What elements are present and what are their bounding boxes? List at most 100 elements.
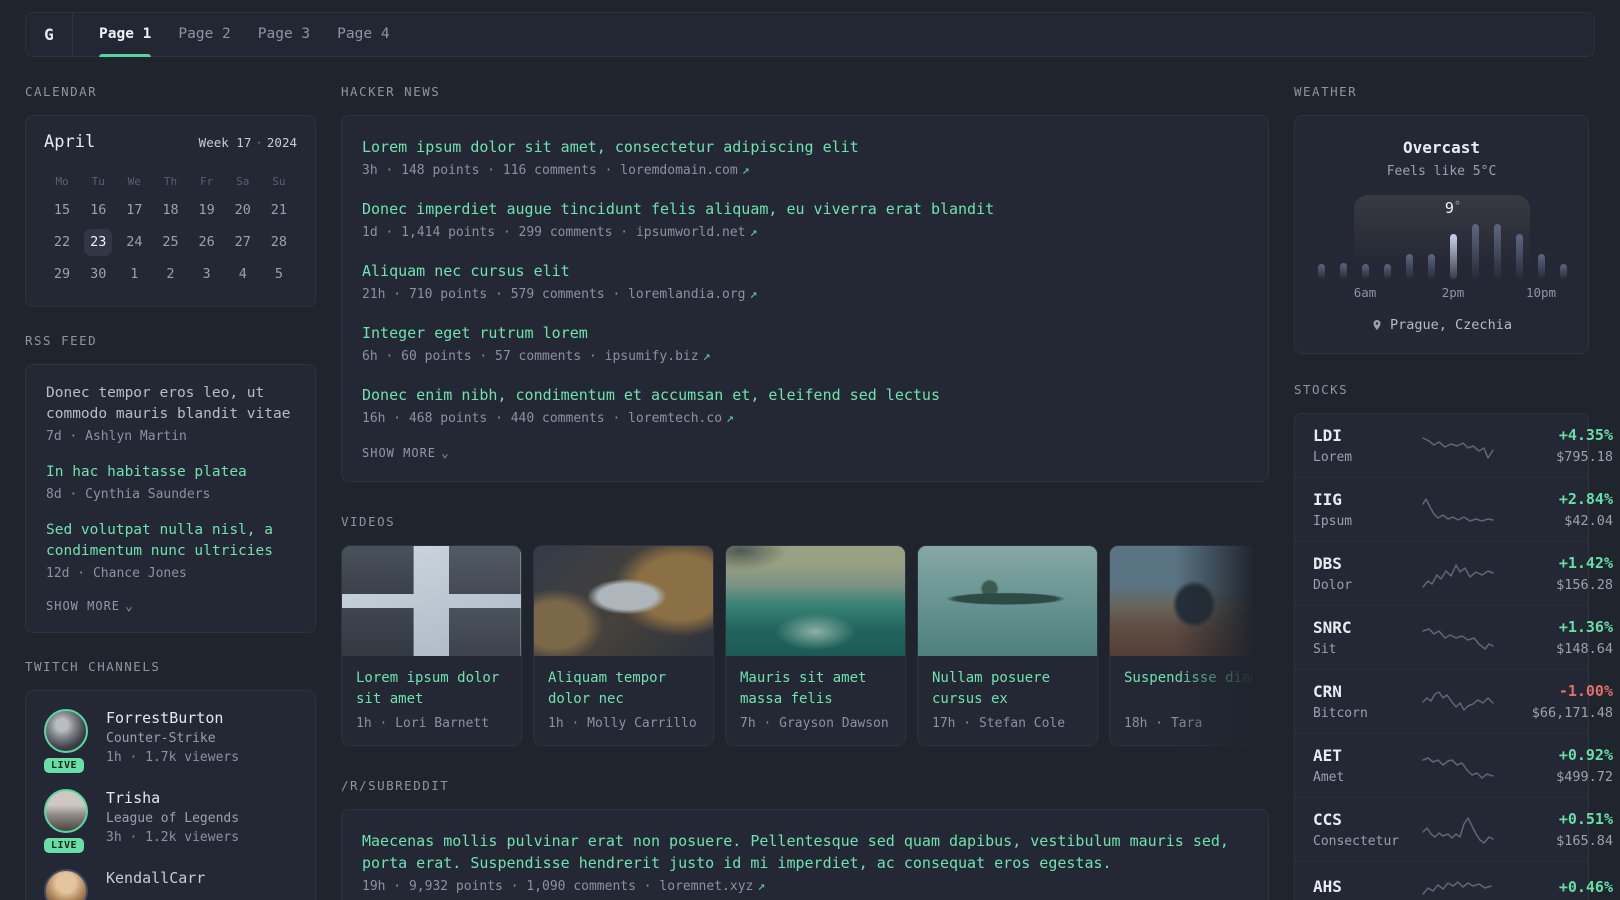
stock-row[interactable]: IIG Ipsum +2.84% $42.04: [1295, 477, 1613, 541]
video-title-link[interactable]: Lorem ipsum dolor sit amet consectetu…: [342, 656, 521, 710]
twitch-channel-row[interactable]: KendallCarr: [44, 869, 297, 900]
video-card[interactable]: Aliquam tempor dolor nec pharetra… 1h · …: [533, 545, 714, 746]
rss-section: RSS FEED Donec tempor eros leo, ut commo…: [25, 333, 316, 633]
stock-row[interactable]: CCS Consectetur +0.51% $165.84: [1295, 797, 1613, 861]
video-thumbnail: [342, 546, 521, 656]
calendar-date: 21: [270, 202, 288, 218]
main-content: CALENDAR April Week 17 · 2024 Mo Tu We Th …: [0, 57, 1620, 900]
stock-row[interactable]: SNRC Sit +1.36% $148.64: [1295, 605, 1613, 669]
calendar-date: 27: [234, 234, 251, 250]
calendar-date: 20: [234, 202, 251, 218]
hn-story-link[interactable]: Integer eget rutrum lorem: [362, 322, 1248, 344]
rss-item: In hac habitasse platea 8d · Cynthia Sau…: [46, 462, 295, 502]
hn-story-link[interactable]: Lorem ipsum dolor sit amet, consectetur …: [362, 136, 1248, 158]
weekday-label: Sa: [236, 175, 250, 188]
hn-story-meta: 21h · 710 points · 579 comments · loreml…: [362, 287, 758, 302]
rss-item-meta: 8d · Cynthia Saunders: [46, 487, 211, 502]
stock-row[interactable]: LDI Lorem +4.35% $795.18: [1295, 414, 1613, 477]
hn-story-link[interactable]: Donec imperdiet augue tincidunt felis al…: [362, 198, 1248, 220]
rss-widget: Donec tempor eros leo, ut commodo mauris…: [25, 364, 316, 633]
video-meta: 17h · Stefan Cole: [932, 716, 1066, 731]
stock-row[interactable]: DBS Dolor +1.42% $156.28: [1295, 541, 1613, 605]
stock-row[interactable]: AET Amet +0.92% $499.72: [1295, 733, 1613, 797]
video-card[interactable]: Suspendisse diam 18h · Tara: [1109, 545, 1269, 746]
hn-story: Donec enim nibh, condimentum et accumsan…: [362, 384, 1248, 426]
left-column: CALENDAR April Week 17 · 2024 Mo Tu We Th …: [25, 84, 316, 900]
stock-sparkline: [1421, 623, 1495, 653]
hn-story-link[interactable]: Aliquam nec cursus elit: [362, 260, 1248, 282]
stock-price: $156.28: [1556, 577, 1613, 593]
rss-show-more-button[interactable]: SHOW MORE ⌄: [46, 599, 295, 614]
twitch-channel-row[interactable]: LIVE Trisha League of Legends 3h · 1.2k …: [44, 789, 297, 853]
right-column: WEATHER Overcast Feels like 5°C 9° 6am 2p…: [1294, 84, 1613, 900]
middle-column: HACKER NEWS Lorem ipsum dolor sit amet, …: [341, 84, 1269, 900]
stock-name: Sit: [1313, 642, 1337, 657]
rss-item-link[interactable]: In hac habitasse platea: [46, 462, 295, 483]
rss-item-link[interactable]: Sed volutpat nulla nisl, a condimentum n…: [46, 520, 295, 562]
video-title-link[interactable]: Mauris sit amet massa felis: [726, 656, 905, 710]
hn-story-domain-link[interactable]: loremlandia.org: [628, 287, 745, 302]
stock-ticker: SNRC: [1313, 618, 1352, 637]
calendar-section-title: CALENDAR: [25, 84, 98, 99]
reddit-post-domain-link[interactable]: loremnet.xyz: [659, 879, 753, 894]
external-link-icon: ↗: [741, 163, 750, 178]
stock-price: $66,171.48: [1531, 705, 1613, 721]
tab-page-4[interactable]: Page 4: [337, 13, 389, 56]
calendar-date: 5: [274, 266, 283, 282]
stocks-section: STOCKS LDI Lorem +4.35% $795.18 IIG Ipsum +…: [1294, 382, 1613, 900]
channel-game: Counter-Strike: [106, 731, 216, 746]
video-thumbnail: [534, 546, 713, 656]
video-title-link[interactable]: Aliquam tempor dolor nec pharetra…: [534, 656, 713, 710]
reddit-post-link[interactable]: Maecenas mollis pulvinar erat non posuer…: [362, 830, 1248, 874]
video-meta: 1h · Lori Barnett: [356, 716, 490, 731]
stock-ticker: DBS: [1313, 554, 1342, 573]
weekday-label: Th: [163, 175, 178, 188]
stock-row[interactable]: CRN Bitcorn -1.00% $66,171.48: [1295, 669, 1613, 733]
stock-sparkline: [1421, 687, 1495, 717]
tab-page-3[interactable]: Page 3: [258, 13, 310, 56]
calendar-section: CALENDAR April Week 17 · 2024 Mo Tu We Th …: [25, 84, 316, 307]
external-link-icon: ↗: [749, 225, 758, 240]
hn-story-domain-link[interactable]: loremdomain.com: [620, 163, 737, 178]
subreddit-section-title: /R/SUBREDDIT: [341, 778, 450, 793]
video-card[interactable]: Mauris sit amet massa felis 7h · Grayson…: [725, 545, 906, 746]
tab-page-1[interactable]: Page 1: [99, 13, 152, 57]
hn-story-link[interactable]: Donec enim nibh, condimentum et accumsan…: [362, 384, 1248, 406]
rss-item-meta: 7d · Ashlyn Martin: [46, 429, 187, 444]
calendar-date-today: 23: [80, 229, 116, 260]
calendar-date: 29: [53, 266, 71, 282]
hn-show-more-button[interactable]: SHOW MORE ⌄: [362, 446, 1248, 461]
stock-ticker: AHS: [1313, 877, 1342, 896]
hn-story-domain-link[interactable]: loremtech.co: [628, 411, 722, 426]
channel-name: ForrestBurton: [106, 709, 224, 727]
hn-story-domain-link[interactable]: ipsumworld.net: [636, 225, 746, 240]
stock-ticker: CRN: [1313, 682, 1342, 701]
videos-section: VIDEOS Lorem ipsum dolor sit amet consec…: [341, 514, 1269, 746]
stock-sparkline: [1421, 431, 1495, 461]
stock-price: $165.84: [1556, 833, 1613, 849]
app-logo[interactable]: G: [26, 13, 73, 56]
video-card[interactable]: Nullam posuere cursus ex 17h · Stefan Co…: [917, 545, 1098, 746]
external-link-icon: ↗: [757, 879, 766, 894]
video-card[interactable]: Lorem ipsum dolor sit amet consectetu… 1…: [341, 545, 522, 746]
weather-location-text: Prague, Czechia: [1390, 317, 1512, 333]
calendar-date: 15: [53, 202, 71, 218]
weather-section-title: WEATHER: [1294, 84, 1358, 99]
stock-change: +2.84%: [1558, 490, 1613, 508]
video-title-link[interactable]: Suspendisse diam: [1110, 656, 1269, 710]
twitch-channel-row[interactable]: LIVE ForrestBurton Counter-Strike 1h · 1…: [44, 709, 297, 773]
weather-bars: [1310, 195, 1574, 279]
stock-row[interactable]: AHS +0.46%: [1295, 861, 1613, 900]
video-meta: 1h · Molly Carrillo: [548, 716, 697, 731]
reddit-post-meta: 19h · 9,932 points · 1,090 comments · lo…: [362, 879, 766, 894]
chevron-down-icon: ⌄: [441, 446, 450, 461]
tab-page-2[interactable]: Page 2: [178, 13, 230, 56]
rss-item-link[interactable]: Donec tempor eros leo, ut commodo mauris…: [46, 383, 295, 425]
stock-change: +0.92%: [1558, 746, 1613, 764]
calendar-date: 16: [90, 202, 107, 218]
hn-story-meta: 1d · 1,414 points · 299 comments · ipsum…: [362, 225, 758, 240]
rss-item: Sed volutpat nulla nisl, a condimentum n…: [46, 520, 295, 581]
video-title-link[interactable]: Nullam posuere cursus ex: [918, 656, 1097, 710]
hn-story-domain-link[interactable]: ipsumify.biz: [605, 349, 699, 364]
calendar-date: 22: [53, 234, 71, 250]
